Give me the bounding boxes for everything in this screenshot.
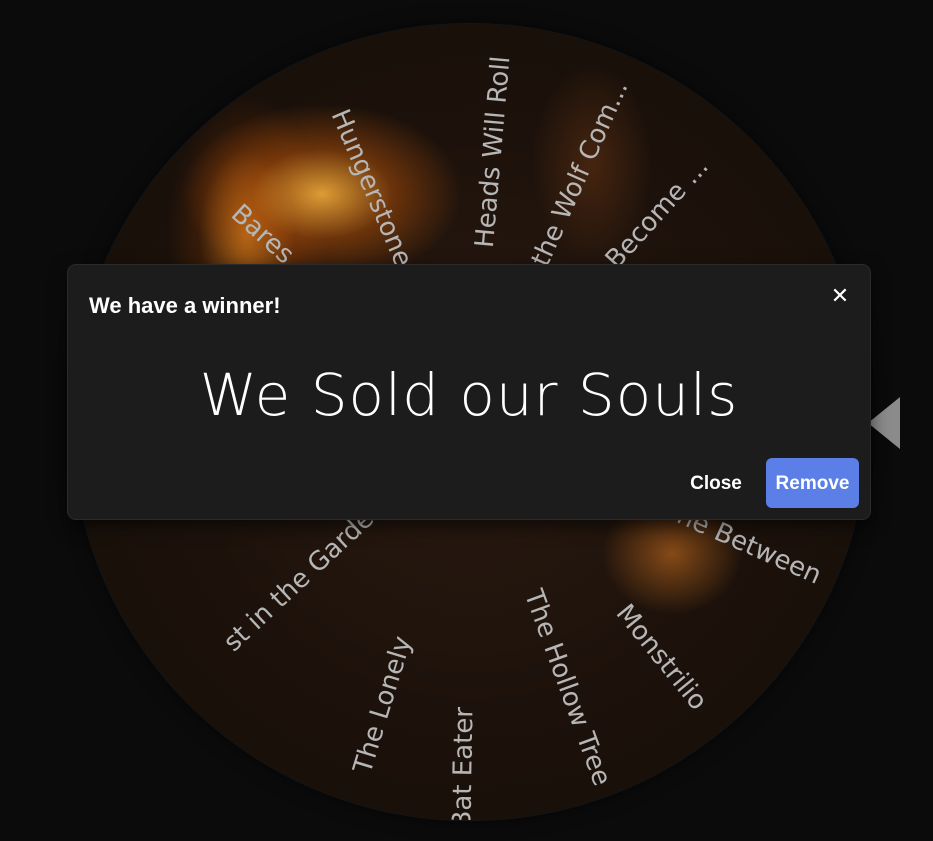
- wheel-slice-label: Hungerstone: [325, 105, 418, 271]
- wheel-pointer-icon: [868, 397, 900, 449]
- spinner-stage: Heads Will Roll the Wolf Com... k I Become…: [0, 0, 933, 841]
- wheel-slice-label: Bat Eater: [447, 706, 479, 820]
- wheel-slice-label: The Hollow Tree: [518, 585, 617, 790]
- wheel-slice-label: Heads Will Roll: [470, 55, 517, 249]
- winner-name: We Sold our Souls: [199, 361, 739, 429]
- close-button[interactable]: Close: [676, 458, 756, 508]
- wheel-slice-label: The Lonely: [348, 633, 418, 778]
- close-icon[interactable]: ✕: [828, 285, 852, 309]
- wheel-slice-label: Monstrilio: [610, 599, 713, 716]
- dialog-title: We have a winner!: [89, 293, 281, 318]
- winner-dialog: We have a winner! ✕ We Sold our Souls Cl…: [68, 265, 870, 519]
- remove-button[interactable]: Remove: [766, 458, 859, 508]
